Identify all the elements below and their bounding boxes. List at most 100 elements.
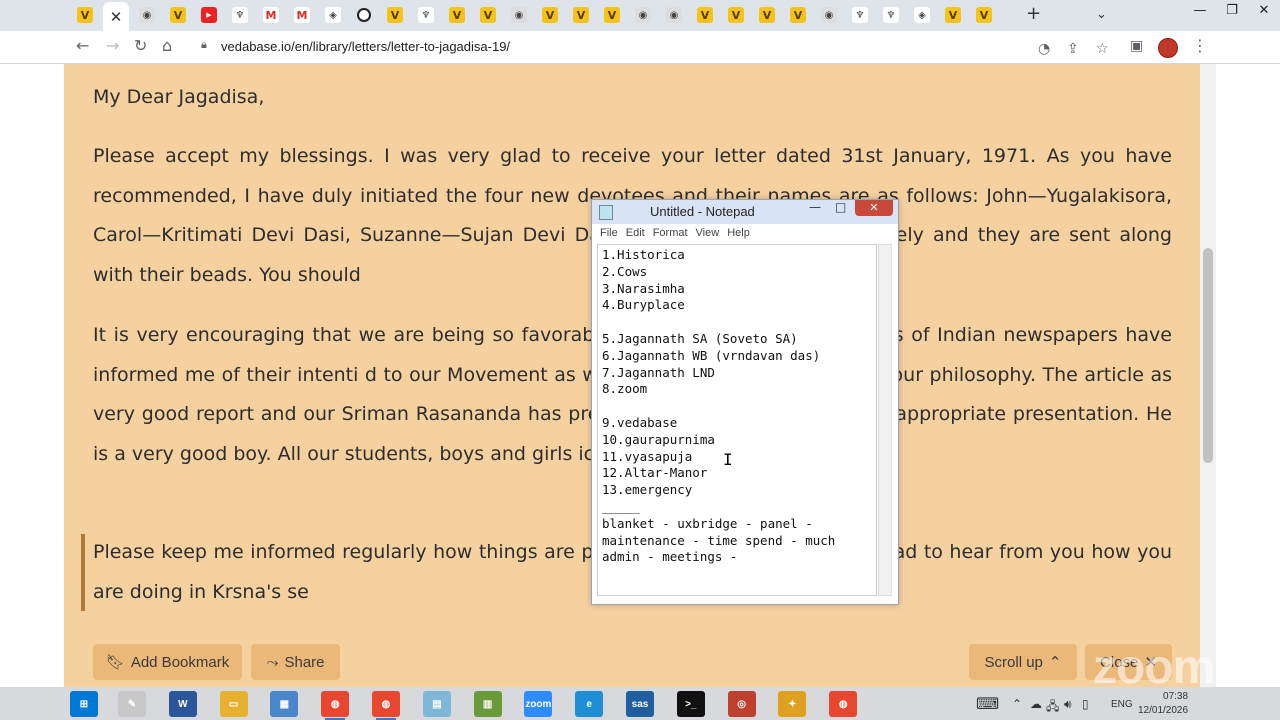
start-button[interactable]: ⊞ — [70, 691, 98, 717]
notepad-menu-file[interactable]: File — [600, 227, 618, 239]
browser-tab[interactable]: o — [351, 3, 377, 27]
photos-app[interactable]: ✦ — [778, 691, 807, 717]
notepad-text-area[interactable]: 1.Historica 2.Cows 3.Narasimha 4.Burypla… — [597, 244, 877, 596]
scroll-up-button[interactable]: Scroll up ⌃ — [969, 644, 1077, 680]
terminal-app[interactable]: >_ — [676, 691, 705, 717]
battery-icon[interactable]: ▯ — [1082, 697, 1089, 711]
vedabase-icon: V — [449, 7, 465, 23]
sas-app[interactable]: sas — [626, 691, 654, 717]
back-icon[interactable]: ← — [76, 36, 89, 55]
browser-tab[interactable]: V — [785, 3, 811, 27]
notepad-titlebar[interactable]: Untitled - Notepad — □ ✕ — [592, 200, 898, 224]
vedabase-icon: V — [480, 7, 496, 23]
notepad-scrollbar[interactable] — [878, 244, 892, 596]
browser-tab[interactable]: ✕ — [103, 2, 129, 31]
share-button[interactable]: ⤳ Share — [251, 644, 340, 680]
browser-tab[interactable]: V — [537, 3, 563, 27]
word-app[interactable]: W — [168, 691, 197, 717]
browser-tab[interactable]: V — [165, 3, 191, 27]
vedabase-icon: V — [573, 7, 589, 23]
browser-tab[interactable]: ◉ — [816, 3, 842, 27]
browser-tab[interactable]: ◉ — [630, 3, 656, 27]
notepad-menu-view[interactable]: View — [696, 227, 720, 239]
profile-avatar[interactable] — [1158, 38, 1178, 58]
page-left-gutter — [0, 64, 64, 687]
browser-tab[interactable]: ◈ — [909, 3, 935, 27]
vedabase-icon: V — [170, 7, 186, 23]
address-bar[interactable]: 🔒︎ vedabase.io/en/library/letters/letter… — [189, 35, 1109, 59]
notepad-app[interactable]: ▤ — [422, 691, 451, 717]
browser-tab[interactable]: V — [754, 3, 780, 27]
browser-tab[interactable]: V — [568, 3, 594, 27]
compass-app[interactable]: ◎ — [727, 691, 756, 717]
notepad-close-icon[interactable]: ✕ — [855, 200, 893, 216]
browser-tab[interactable]: V — [692, 3, 718, 27]
browser-tab[interactable]: V — [723, 3, 749, 27]
onedrive-icon[interactable]: ☁ — [1030, 697, 1042, 711]
trophy-icon: ♆ — [418, 7, 434, 23]
page-scroll-thumb[interactable] — [1203, 248, 1213, 463]
notepad-menu-edit[interactable]: Edit — [626, 227, 645, 239]
browser-tab[interactable]: V — [475, 3, 501, 27]
forward-icon[interactable]: → — [106, 36, 119, 55]
paint-app[interactable]: ✎ — [118, 691, 146, 717]
home-icon[interactable]: ⌂ — [162, 36, 172, 55]
close-icon: ✕ — [109, 7, 123, 26]
control-panel-app[interactable]: ▦ — [270, 691, 299, 717]
notepad-menu-help[interactable]: Help — [727, 227, 750, 239]
page-scrollbar[interactable] — [1200, 64, 1216, 687]
edge-icon: e — [586, 698, 592, 710]
notepad-menu-format[interactable]: Format — [653, 227, 688, 239]
chrome-app[interactable]: ◍ — [321, 691, 350, 720]
url-text[interactable]: vedabase.io/en/library/letters/letter-to… — [221, 39, 510, 54]
language-indicator[interactable]: ENG — [1111, 699, 1133, 710]
share-page-icon[interactable]: ⇪ — [1067, 41, 1079, 57]
browser-tab[interactable]: ♆ — [227, 3, 253, 27]
browser-tab[interactable]: V — [382, 3, 408, 27]
show-hidden-icons-icon[interactable]: ⌃ — [1012, 697, 1022, 711]
winrar-icon: ▥ — [482, 698, 493, 710]
chrome-app-3[interactable]: ◍ — [829, 691, 858, 717]
edge-app[interactable]: e — [575, 691, 604, 717]
browser-tab[interactable]: ♆ — [413, 3, 439, 27]
browser-tab[interactable]: V — [72, 3, 98, 27]
lock-icon[interactable]: 🔒︎ — [201, 38, 207, 52]
browser-tab[interactable]: ◉ — [134, 3, 160, 27]
browser-tab[interactable]: ◈ — [320, 3, 346, 27]
zoom-app[interactable]: zoom — [524, 691, 553, 717]
browser-tab[interactable]: M — [258, 3, 284, 27]
browser-tab[interactable]: M — [289, 3, 315, 27]
winrar-app[interactable]: ▥ — [473, 691, 502, 717]
browser-tab-strip: V✕◉V▶♆MM◈oV♆VV◉VVV◉◉VVVV◉♆♆◈VV + ⌄ — ❐ ✕ — [0, 0, 1280, 31]
volume-icon[interactable]: 🔊︎ — [1064, 697, 1072, 712]
browser-tab[interactable]: V — [444, 3, 470, 27]
minimize-icon[interactable]: — — [1184, 0, 1216, 26]
keyboard-icon[interactable]: ⌨ — [976, 694, 999, 713]
trophy-icon: ♆ — [883, 7, 899, 23]
restore-icon[interactable]: ❐ — [1216, 0, 1248, 26]
close-window-icon[interactable]: ✕ — [1248, 0, 1280, 26]
add-bookmark-button[interactable]: 🔖︎ Add Bookmark — [93, 644, 242, 680]
menu-kebab-icon[interactable]: ⋮ — [1192, 36, 1208, 55]
browser-tab[interactable]: V — [940, 3, 966, 27]
explorer-app[interactable]: ▭ — [219, 691, 248, 717]
vedabase-icon: V — [542, 7, 558, 23]
network-icon[interactable]: 🖧︎ — [1046, 697, 1059, 718]
performance-icon[interactable]: ◔ — [1038, 41, 1050, 57]
browser-tab[interactable]: ▶ — [196, 3, 222, 27]
github-icon: ◉ — [821, 7, 837, 23]
browser-tab[interactable]: V — [971, 3, 997, 27]
reload-icon[interactable]: ↻ — [134, 36, 147, 55]
browser-tab[interactable]: ◉ — [661, 3, 687, 27]
browser-tab[interactable]: ◉ — [506, 3, 532, 27]
notepad-minimize-icon[interactable]: — — [809, 200, 821, 214]
bookmark-star-icon[interactable]: ☆ — [1096, 41, 1109, 57]
new-tab-icon[interactable]: + — [1026, 3, 1041, 24]
tab-search-icon[interactable]: ⌄ — [1096, 7, 1107, 22]
chrome-app-2[interactable]: ◍ — [372, 691, 400, 720]
browser-tab[interactable]: ♆ — [847, 3, 873, 27]
browser-tab[interactable]: V — [599, 3, 625, 27]
notepad-maximize-icon[interactable]: □ — [835, 200, 846, 214]
side-panel-icon[interactable]: ▣ — [1130, 38, 1143, 54]
browser-tab[interactable]: ♆ — [878, 3, 904, 27]
